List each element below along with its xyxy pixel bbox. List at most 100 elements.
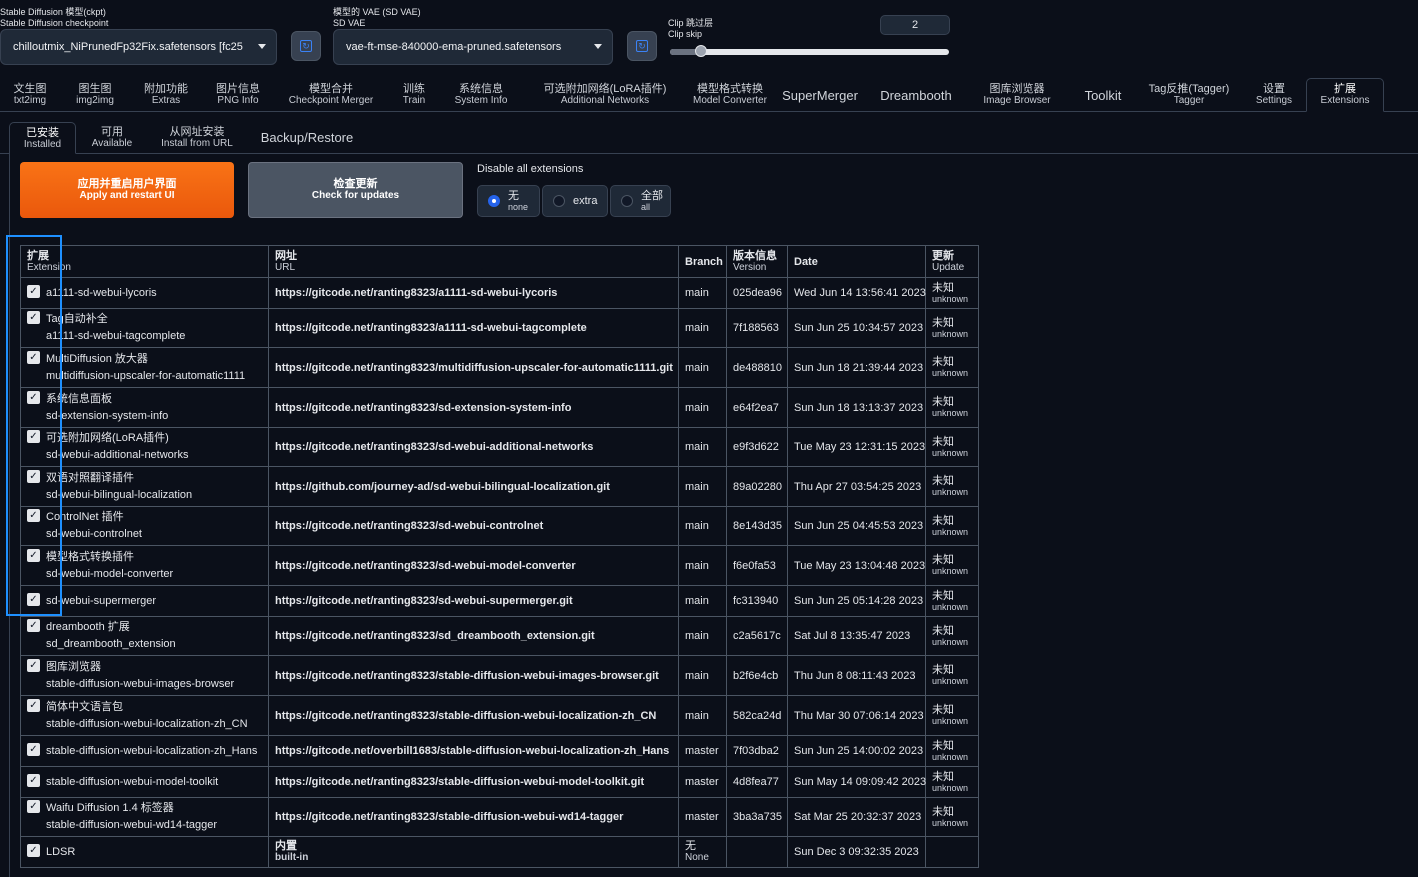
date: Thu Jun 8 08:11:43 2023 [794,669,916,682]
enable-checkbox[interactable]: ✓ [27,284,40,298]
extension-url[interactable]: https://gitcode.net/ranting8323/multidif… [275,362,673,374]
enable-checkbox[interactable]: ✓ [27,843,40,857]
extension-url[interactable]: https://gitcode.net/overbill1683/stable-… [275,745,669,757]
tab-tagger[interactable]: Tag反推(Tagger) Tagger [1136,79,1242,111]
extension-url[interactable]: https://gitcode.net/ranting8323/stable-d… [275,670,659,682]
cell-update: 未知 unknown [925,466,979,507]
cell-branch: main [678,695,727,736]
extension-id: sd-webui-bilingual-localization [46,488,193,501]
tab-backup-restore[interactable]: Backup/Restore [256,122,358,153]
extension-url[interactable]: https://github.com/journey-ad/sd-webui-b… [275,481,610,493]
tab-image-browser[interactable]: 图库浏览器 Image Browser [964,79,1070,111]
chevron-down-icon [258,44,266,49]
radio-extra[interactable]: extra [542,185,608,217]
clip-skip-input[interactable]: 2 [880,15,950,35]
cell-update [925,836,979,868]
tab-install-from-url[interactable]: 从网址安装 Install from URL [152,122,242,153]
cell-version: 89a02280 [726,466,788,507]
extension-url[interactable]: https://gitcode.net/ranting8323/stable-d… [275,776,644,788]
tab-label-zh: Tag反推(Tagger) [1148,83,1230,95]
enable-checkbox[interactable]: ✓ [27,800,40,813]
version: b2f6e4cb [733,669,779,682]
enable-checkbox[interactable]: ✓ [27,658,40,672]
date: Tue May 23 12:31:15 2023 [794,441,926,453]
branch-en: None [685,851,709,863]
tab-checkpoint-merger[interactable]: 模型合并 Checkpoint Merger [274,79,388,111]
enable-checkbox[interactable]: ✓ [27,311,40,324]
radio-none[interactable]: 无 none [477,185,540,217]
enable-checkbox[interactable]: ✓ [27,619,40,632]
enable-checkbox[interactable]: ✓ [27,350,40,364]
tab-model-converter[interactable]: 模型格式转换 Model Converter [688,79,772,111]
radio-all[interactable]: 全部 all [610,185,671,217]
update-en: unknown [932,676,969,686]
enable-checkbox[interactable]: ✓ [27,548,40,562]
check-updates-button[interactable]: 检查更新 Check for updates [248,162,463,218]
refresh-vae-button[interactable]: ↻ [627,31,657,61]
enable-checkbox[interactable]: ✓ [27,773,40,787]
branch: main [685,709,709,722]
branch: master [685,776,719,788]
extension-url[interactable]: https://gitcode.net/ranting8323/stable-d… [275,811,623,823]
branch: main [685,401,709,414]
tab-extras[interactable]: 附加功能 Extras [130,79,202,111]
tab-label-zh: 模型格式转换 [697,83,763,95]
cell-version: fc313940 [726,585,788,617]
cell-version: f6e0fa53 [726,545,788,586]
tab-system-info[interactable]: 系统信息 System Info [440,79,522,111]
vae-select[interactable]: vae-ft-mse-840000-ema-pruned.safetensors [333,29,613,65]
extension-url[interactable]: https://gitcode.net/ranting8323/sd-webui… [275,520,543,532]
cell-branch: main [678,466,727,507]
tab-toolkit[interactable]: Toolkit [1070,79,1136,111]
extension-id: stable-diffusion-webui-images-browser [46,677,235,690]
clip-skip-slider[interactable] [670,45,949,57]
enable-checkbox[interactable]: ✓ [27,742,40,756]
tab-dreambooth[interactable]: Dreambooth [868,79,964,111]
cell-url: https://gitcode.net/ranting8323/stable-d… [268,797,679,837]
extension-name: 双语对照翻译插件 [46,471,134,484]
tab-supermerger[interactable]: SuperMerger [772,79,868,111]
enable-checkbox[interactable]: ✓ [27,430,40,443]
checkpoint-select[interactable]: chilloutmix_NiPrunedFp32Fix.safetensors … [0,29,277,65]
cell-version: de488810 [726,347,788,388]
tab-img2img[interactable]: 图生图 img2img [60,79,130,111]
cell-branch: master [678,735,727,767]
enable-checkbox[interactable]: ✓ [27,469,40,483]
tab-installed[interactable]: 已安装 Installed [9,122,76,154]
tab-available[interactable]: 可用 Available [80,122,144,153]
tab-png-info[interactable]: 图片信息 PNG Info [202,79,274,111]
extension-url[interactable]: https://gitcode.net/ranting8323/sd-webui… [275,560,576,572]
cell-version: e9f3d622 [726,427,788,467]
extension-url[interactable]: https://gitcode.net/ranting8323/a1111-sd… [275,322,587,334]
date: Tue May 23 13:04:48 2023 [794,559,926,572]
cell-branch: master [678,797,727,837]
date: Sun Dec 3 09:32:35 2023 [794,846,919,858]
extension-url[interactable]: https://gitcode.net/ranting8323/sd-webui… [275,441,593,453]
enable-checkbox[interactable]: ✓ [27,592,40,606]
extension-id: sd_dreambooth_extension [46,638,176,650]
extension-url[interactable]: https://gitcode.net/ranting8323/sd_dream… [275,630,595,642]
refresh-checkpoint-button[interactable]: ↻ [291,31,321,61]
cell-update: 未知 unknown [925,797,979,837]
cell-date: Sat Jul 8 13:35:47 2023 [787,616,926,656]
apply-restart-button[interactable]: 应用并重启用户界面 Apply and restart UI [20,162,234,218]
tab-txt2img[interactable]: 文生图 txt2img [0,79,60,111]
tab-additional-networks[interactable]: 可选附加网络(LoRA插件) Additional Networks [522,79,688,111]
extension-url[interactable]: https://gitcode.net/ranting8323/sd-exten… [275,402,571,414]
tab-label-zh: 系统信息 [459,83,503,95]
tab-extensions[interactable]: 扩展 Extensions [1306,78,1384,112]
extension-url[interactable]: https://gitcode.net/ranting8323/a1111-sd… [275,287,557,299]
extension-url[interactable]: https://gitcode.net/ranting8323/stable-d… [275,710,656,722]
cell-date: Thu Apr 27 03:54:25 2023 [787,466,926,507]
table-row: ✓ dreambooth 扩展 sd_dreambooth_extension htt… [20,616,979,656]
enable-checkbox[interactable]: ✓ [27,698,40,712]
enable-checkbox[interactable]: ✓ [27,509,40,522]
tab-train[interactable]: 训练 Train [388,79,440,111]
vae-label: 模型的 VAE (SD VAE) SD VAE [333,7,421,28]
tab-label-en: Checkpoint Merger [288,95,374,106]
enable-checkbox[interactable]: ✓ [27,390,40,404]
clip-skip-slider-thumb[interactable] [694,45,707,57]
date: Sun Jun 25 04:45:53 2023 [794,520,924,532]
tab-settings[interactable]: 设置 Settings [1242,79,1306,111]
extension-url[interactable]: https://gitcode.net/ranting8323/sd-webui… [275,595,573,607]
